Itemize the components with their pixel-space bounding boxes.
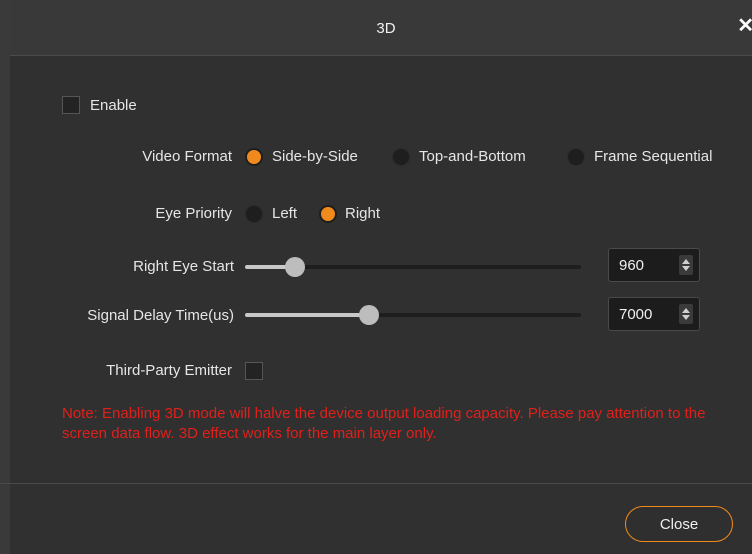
slider-thumb[interactable]	[285, 257, 305, 277]
radio-top-and-bottom-label[interactable]: Top-and-Bottom	[419, 148, 526, 165]
signal-delay-slider[interactable]	[245, 305, 581, 325]
enable-checkbox[interactable]	[62, 96, 80, 114]
radio-left[interactable]	[245, 205, 263, 223]
radio-side-by-side[interactable]	[245, 148, 263, 166]
right-eye-start-spinbox[interactable]: 960	[608, 248, 700, 282]
spin-arrows-icon[interactable]	[679, 255, 693, 275]
warning-note: Note: Enabling 3D mode will halve the de…	[62, 405, 706, 442]
dialog-title: 3D	[376, 20, 396, 37]
right-eye-start-slider[interactable]	[245, 257, 581, 277]
radio-frame-sequential[interactable]	[567, 148, 585, 166]
slider-fill	[245, 313, 369, 317]
slider-thumb[interactable]	[359, 305, 379, 325]
radio-left-label[interactable]: Left	[272, 205, 297, 222]
signal-delay-label: Signal Delay Time(us)	[87, 307, 234, 324]
right-eye-start-label: Right Eye Start	[133, 258, 234, 275]
spin-arrows-icon[interactable]	[679, 304, 693, 324]
radio-right-label[interactable]: Right	[345, 205, 380, 222]
video-format-label: Video Format	[142, 148, 232, 165]
signal-delay-value[interactable]: 7000	[619, 306, 652, 323]
third-party-emitter-label: Third-Party Emitter	[106, 362, 232, 379]
radio-side-by-side-label[interactable]: Side-by-Side	[272, 148, 358, 165]
enable-label: Enable	[90, 97, 137, 114]
right-eye-start-value[interactable]: 960	[619, 257, 644, 274]
eye-priority-label: Eye Priority	[155, 205, 232, 222]
radio-right[interactable]	[319, 205, 337, 223]
radio-top-and-bottom[interactable]	[392, 148, 410, 166]
close-button[interactable]: Close	[625, 506, 733, 542]
title-bar: 3D ✕	[10, 0, 752, 56]
third-party-emitter-checkbox[interactable]	[245, 362, 263, 380]
footer-divider	[0, 483, 752, 484]
signal-delay-spinbox[interactable]: 7000	[608, 297, 700, 331]
close-icon[interactable]: ✕	[737, 16, 752, 36]
radio-frame-sequential-label[interactable]: Frame Sequential	[594, 148, 712, 165]
